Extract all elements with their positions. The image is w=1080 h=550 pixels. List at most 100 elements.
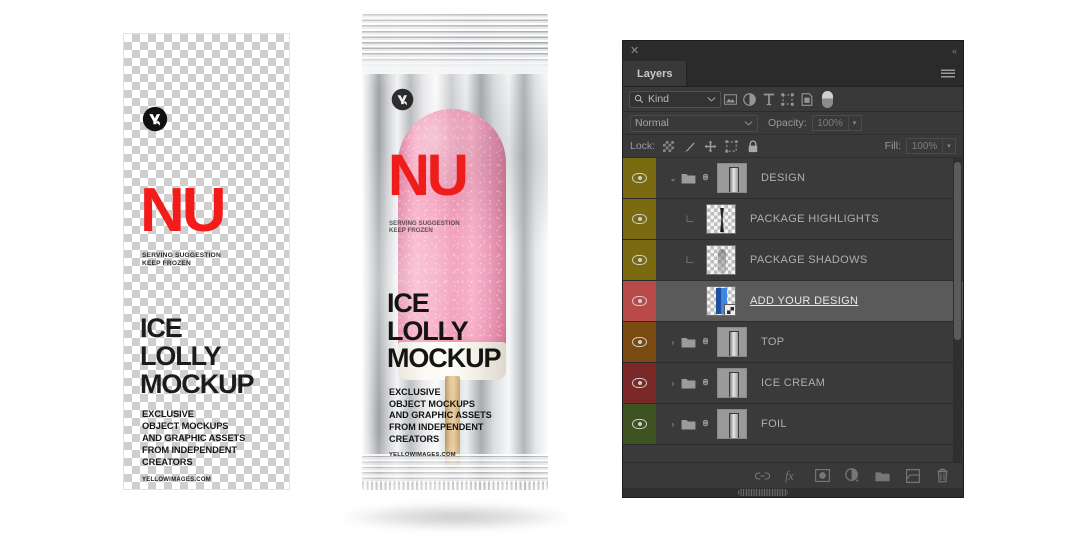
group-expand-arrow-icon[interactable]: ›: [666, 379, 680, 388]
eye-icon: [632, 419, 647, 429]
layer-filter-row: Kind: [623, 87, 963, 112]
layer-thumbnail[interactable]: [717, 368, 747, 398]
layer-row-ice-cream[interactable]: › ICE CREAM: [623, 363, 963, 404]
layer-list-scrollbar-track[interactable]: [953, 158, 962, 462]
layer-thumbnail[interactable]: [717, 409, 747, 439]
layer-visibility-toggle[interactable]: [623, 322, 656, 362]
layer-list[interactable]: ⌄ DESIGN ∟ PACKAGE HIGHLIGHTS ∟ PACKAGE SHADO…: [623, 158, 963, 462]
link-layers-button[interactable]: [755, 468, 770, 483]
new-layer-button[interactable]: [905, 468, 920, 483]
layer-visibility-toggle[interactable]: [623, 240, 656, 280]
opacity-input[interactable]: 100%: [811, 115, 848, 131]
clipping-mask-icon: ∟: [684, 213, 696, 225]
layer-row-package-shadows[interactable]: ∟ PACKAGE SHADOWS: [623, 240, 963, 281]
yellowimages-logo-icon: [142, 106, 168, 132]
layer-name-label: PACKAGE HIGHLIGHTS: [750, 213, 879, 225]
eye-icon: [632, 296, 647, 306]
layer-row-add-your-design[interactable]: ADD YOUR DESIGN: [623, 281, 963, 322]
chevron-down-icon: [707, 97, 716, 102]
layer-row-content: ⌄ DESIGN: [656, 158, 963, 198]
panel-tabbar: Layers: [623, 61, 963, 87]
add-layer-mask-button[interactable]: [815, 468, 830, 483]
artwork-body-text: EXCLUSIVE OBJECT MOCKUPS AND GRAPHIC ASS…: [142, 409, 246, 467]
eye-icon: [632, 255, 647, 265]
shape-layer-filter-icon[interactable]: [778, 91, 797, 108]
package-serrated-edge: [362, 481, 548, 490]
delete-layer-button[interactable]: [935, 468, 950, 483]
layer-visibility-toggle[interactable]: [623, 404, 656, 444]
smart-object-filter-icon[interactable]: [797, 91, 816, 108]
layer-link-icon: [697, 417, 713, 431]
layer-row-design[interactable]: ⌄ DESIGN: [623, 158, 963, 199]
layer-link-icon: [697, 335, 713, 349]
layer-style-fx-button[interactable]: fx: [785, 468, 800, 483]
lock-artboard-nesting-icon[interactable]: [725, 139, 738, 153]
layer-row-package-highlights[interactable]: ∟ PACKAGE HIGHLIGHTS: [623, 199, 963, 240]
flat-artwork-preview: NU SERVING SUGGESTION KEEP FROZEN ICE LO…: [123, 33, 290, 490]
foil-package-mockup: NU SERVING SUGGESTION KEEP FROZEN ICE LO…: [340, 12, 572, 530]
lock-transparent-pixels-icon[interactable]: [662, 140, 675, 153]
layer-visibility-toggle[interactable]: [623, 281, 656, 321]
blend-mode-select[interactable]: Normal: [630, 114, 758, 132]
opacity-stepper-icon[interactable]: ▾: [847, 115, 862, 131]
layer-visibility-toggle[interactable]: [623, 363, 656, 403]
lock-image-pixels-icon[interactable]: [683, 140, 696, 153]
layers-panel-toolbar: fx: [623, 462, 963, 488]
new-group-button[interactable]: [875, 468, 890, 483]
horizontal-scrollbar-track[interactable]: [623, 488, 963, 497]
layers-panel: ✕ « Layers Kind Normal Opacity: 100% ▾ L…: [622, 40, 964, 498]
package-title: ICE LOLLY MOCKUP: [387, 288, 502, 374]
layer-visibility-toggle[interactable]: [623, 158, 656, 198]
artwork-url: YELLOWIMAGES.COM: [142, 477, 211, 483]
artwork-title: ICE LOLLY MOCKUP: [140, 313, 255, 399]
group-expand-arrow-icon[interactable]: ›: [666, 420, 680, 429]
blend-mode-value: Normal: [635, 117, 669, 129]
group-expand-arrow-icon[interactable]: ›: [666, 338, 680, 347]
layer-name-label: FOIL: [761, 418, 787, 430]
close-icon[interactable]: ✕: [630, 45, 639, 57]
lock-label: Lock:: [630, 140, 656, 152]
horizontal-scrollbar-thumb[interactable]: [738, 489, 788, 496]
filter-enable-toggle[interactable]: [822, 90, 833, 108]
collapse-panel-icon[interactable]: «: [952, 46, 957, 56]
layer-link-icon: [697, 171, 713, 185]
layer-row-content: ADD YOUR DESIGN: [656, 281, 963, 321]
fill-stepper-icon[interactable]: ▾: [942, 138, 956, 154]
layer-thumbnail[interactable]: [706, 245, 736, 275]
folder-icon: [680, 377, 697, 389]
package-logo-icon: [391, 88, 414, 111]
fill-input[interactable]: 100%: [906, 138, 942, 154]
tab-layers[interactable]: Layers: [623, 61, 688, 86]
type-layer-filter-icon[interactable]: [759, 91, 778, 108]
layer-visibility-toggle[interactable]: [623, 199, 656, 239]
layer-thumbnail[interactable]: [717, 327, 747, 357]
layer-row-foil[interactable]: › FOIL: [623, 404, 963, 445]
package-crimped-bottom: [362, 454, 548, 484]
layer-row-content: › TOP: [656, 322, 963, 362]
svg-text:fx: fx: [785, 469, 794, 483]
lock-all-icon[interactable]: [746, 139, 759, 153]
layer-name-label: PACKAGE SHADOWS: [750, 254, 868, 266]
lock-position-icon[interactable]: [704, 140, 717, 153]
fill-label: Fill:: [884, 140, 901, 152]
adjustment-layer-filter-icon[interactable]: [740, 91, 759, 108]
panel-titlebar: ✕ «: [623, 41, 963, 61]
chevron-down-icon: [744, 121, 753, 126]
layer-list-scrollbar-thumb[interactable]: [954, 162, 961, 340]
pixel-layer-filter-icon[interactable]: [721, 91, 740, 108]
new-adjustment-layer-button[interactable]: [845, 468, 860, 483]
layer-name-label: ADD YOUR DESIGN: [750, 295, 859, 307]
layer-link-icon: [697, 376, 713, 390]
lock-row: Lock: Fill: 100% ▾: [623, 135, 963, 158]
hamburger-menu-icon[interactable]: [941, 69, 955, 78]
layer-thumbnail[interactable]: [706, 204, 736, 234]
artwork-brand: NU: [140, 176, 227, 245]
layer-row-top[interactable]: › TOP: [623, 322, 963, 363]
layer-thumbnail[interactable]: [717, 163, 747, 193]
filter-kind-select[interactable]: Kind: [629, 90, 721, 108]
group-expand-arrow-icon[interactable]: ⌄: [666, 174, 680, 183]
tab-layers-label: Layers: [637, 67, 673, 80]
layer-name-label: ICE CREAM: [761, 377, 826, 389]
layer-thumbnail[interactable]: [706, 286, 736, 316]
search-icon: [634, 94, 644, 104]
